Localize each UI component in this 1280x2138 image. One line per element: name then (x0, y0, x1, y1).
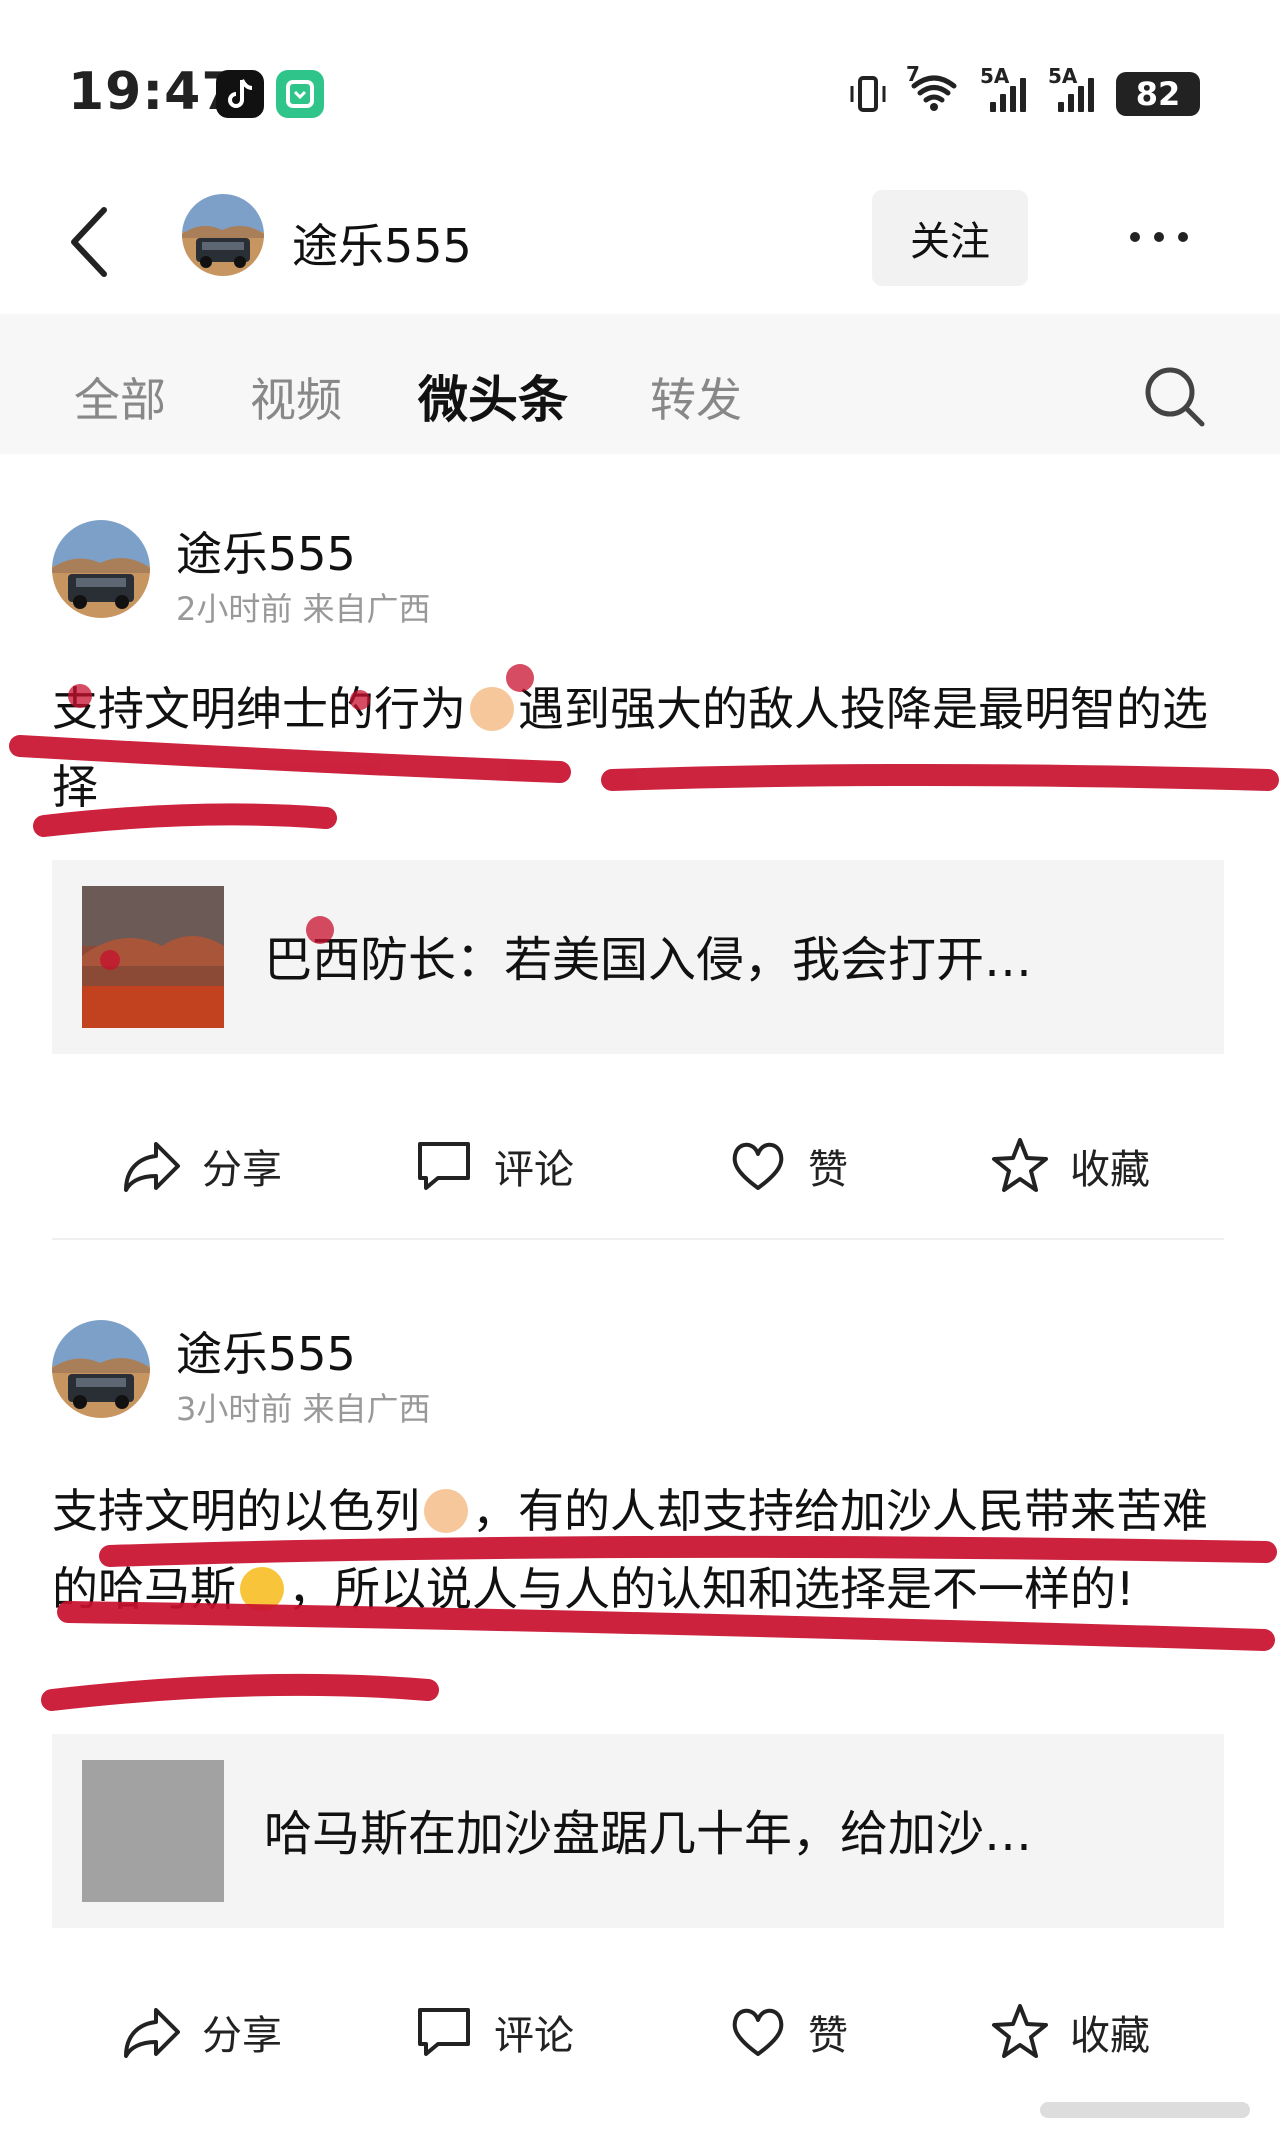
battery-indicator: 82 (1116, 72, 1200, 116)
post-meta: 3小时前 来自广西 (176, 1390, 431, 1428)
comment-label: 评论 (494, 1147, 574, 1193)
post-item: 途乐555 2小时前 来自广西 支持文明绅士的行为 遇到强大的敌人投降是最明智的选… (0, 454, 1280, 1254)
share-label: 分享 (202, 1147, 282, 1193)
author-name[interactable]: 途乐555 (292, 210, 472, 276)
article-thumbnail (82, 1760, 224, 1902)
share-button[interactable]: 分享 (120, 1992, 282, 2072)
post-author-avatar[interactable] (52, 520, 150, 618)
mi-app-notification-icon (276, 70, 324, 118)
like-button[interactable]: 赞 (726, 1992, 848, 2072)
cell-signal-1: 5A (980, 64, 1026, 112)
star-icon (992, 1138, 1048, 1192)
status-bar: 19:47 7 5A 5A 82 (0, 0, 1280, 180)
like-button[interactable]: 赞 (726, 1126, 848, 1206)
comment-label: 评论 (494, 2013, 574, 2059)
article-thumbnail (82, 886, 224, 1028)
profile-header: 途乐555 关注 (0, 180, 1280, 310)
tab-repost[interactable]: 转发 (650, 364, 742, 430)
search-icon[interactable] (1140, 362, 1210, 432)
post-action-bar: 分享 评论 赞 收藏 (0, 1126, 1280, 1206)
thumbs-up-icon (470, 687, 514, 731)
laughing-emoji-icon (240, 1567, 284, 1611)
post-author-name[interactable]: 途乐555 (176, 518, 356, 584)
comment-button[interactable]: 评论 (412, 1992, 574, 2072)
tab-all[interactable]: 全部 (74, 364, 166, 430)
content-tabs: 全部 视频 微头条 转发 (0, 314, 1280, 454)
post-text[interactable]: 支持文明的以色列 ，有的人却支持给加沙人民带来苦难的哈马斯 ，所以说人与人的认知和选… (52, 1472, 1222, 1628)
post-item: 途乐555 3小时前 来自广西 支持文明的以色列 ，有的人却支持给加沙人民带来苦难… (0, 1250, 1280, 2090)
share-icon (124, 1142, 180, 1192)
more-dots-icon[interactable] (1130, 232, 1188, 242)
comment-icon (418, 2008, 470, 2056)
post-author-name[interactable]: 途乐555 (176, 1318, 356, 1384)
favorite-label: 收藏 (1070, 1147, 1150, 1193)
article-title: 哈马斯在加沙盘踞几十年，给加沙… (264, 1806, 1033, 1862)
gesture-bar (1040, 2102, 1250, 2118)
post-text-part: ，所以说人与人的认知和选择是不一样的! (288, 1562, 1135, 1616)
favorite-button[interactable]: 收藏 (988, 1126, 1150, 1206)
star-icon (992, 2004, 1048, 2058)
post-text-part: 支持文明绅士的行为 (52, 682, 466, 736)
heart-icon (732, 2008, 784, 2056)
tiktok-notification-icon (216, 70, 264, 118)
like-label: 赞 (808, 1147, 848, 1193)
share-button[interactable]: 分享 (120, 1126, 282, 1206)
back-arrow-icon[interactable] (60, 202, 120, 282)
system-icons: 7 5A 5A 82 (848, 62, 1200, 116)
like-label: 赞 (808, 2013, 848, 2059)
linked-article-card[interactable]: 巴西防长：若美国入侵，我会打开… (52, 860, 1224, 1054)
comment-button[interactable]: 评论 (412, 1126, 574, 1206)
vibrate-icon (850, 76, 886, 112)
comment-icon (418, 1142, 470, 1190)
tab-video[interactable]: 视频 (250, 364, 342, 430)
favorite-label: 收藏 (1070, 2013, 1150, 2059)
post-author-avatar[interactable] (52, 1320, 150, 1418)
share-label: 分享 (202, 2013, 282, 2059)
article-title: 巴西防长：若美国入侵，我会打开… (264, 932, 1033, 988)
favorite-button[interactable]: 收藏 (988, 1992, 1150, 2072)
heart-icon (732, 1142, 784, 1190)
linked-article-card[interactable]: 哈马斯在加沙盘踞几十年，给加沙… (52, 1734, 1224, 1928)
wifi-indicator: 7 (906, 62, 958, 116)
post-action-bar: 分享 评论 赞 收藏 (0, 1992, 1280, 2072)
thumbs-up-icon (424, 1489, 468, 1533)
post-text-part: 支持文明的以色列 (52, 1484, 420, 1538)
author-avatar[interactable] (182, 194, 264, 276)
share-icon (124, 2008, 180, 2058)
cell-signal-2: 5A (1048, 64, 1094, 112)
post-divider (52, 1238, 1224, 1240)
tab-micro-headline[interactable]: 微头条 (418, 360, 568, 432)
post-text[interactable]: 支持文明绅士的行为 遇到强大的敌人投降是最明智的选择 (52, 670, 1222, 826)
follow-button[interactable]: 关注 (872, 190, 1028, 286)
post-meta: 2小时前 来自广西 (176, 590, 431, 628)
status-time: 19:47 (68, 62, 239, 122)
